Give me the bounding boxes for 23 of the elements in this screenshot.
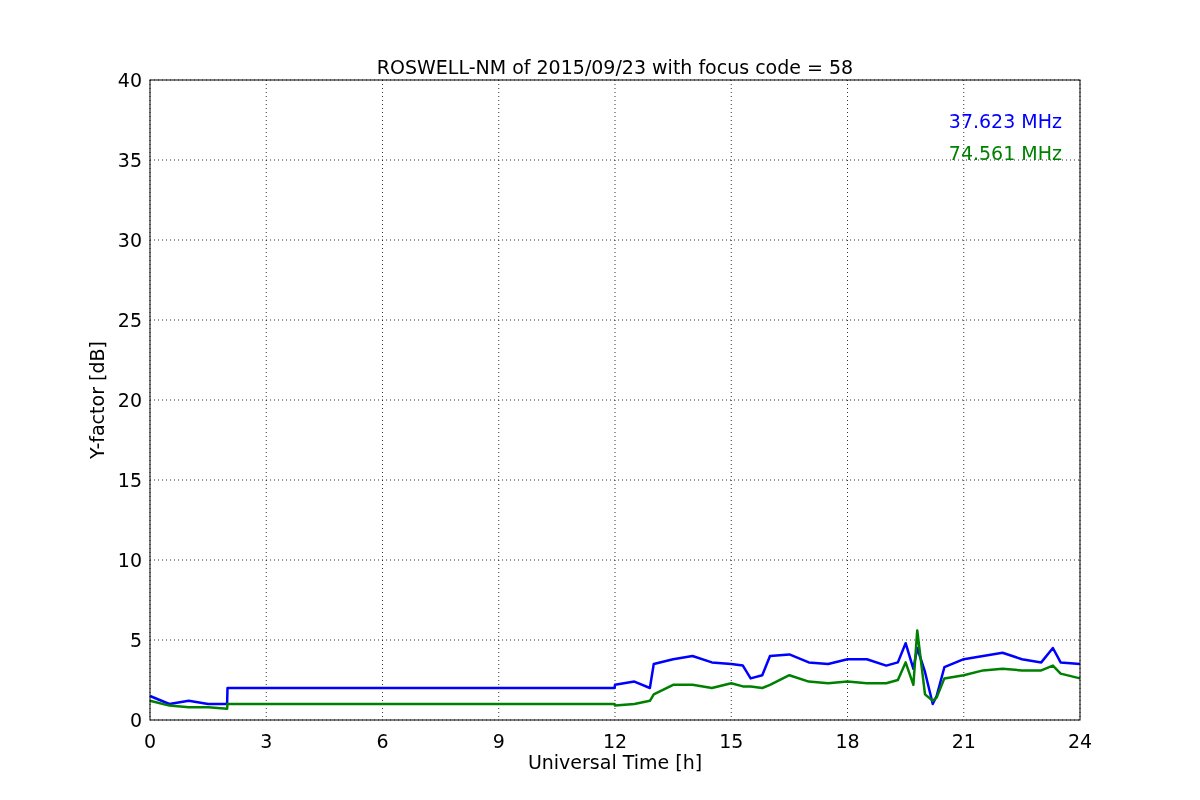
y-tick-label: 40 (117, 69, 142, 91)
x-tick-label: 9 (492, 730, 505, 752)
x-tick-label: 21 (951, 730, 976, 752)
y-tick-label: 30 (117, 229, 142, 251)
x-tick-label: 3 (260, 730, 273, 752)
x-tick-label: 6 (376, 730, 389, 752)
x-tick-label: 18 (835, 730, 860, 752)
legend-label: 37.623 MHz (948, 110, 1062, 132)
x-tick-label: 12 (602, 730, 628, 752)
x-tick-label: 0 (143, 730, 157, 752)
y-tick-label: 0 (129, 709, 142, 731)
y-tick-label: 25 (117, 309, 142, 331)
y-tick-label: 15 (117, 469, 142, 491)
chart-title: ROSWELL-NM of 2015/09/23 with focus code = 58 (376, 56, 854, 78)
y-tick-label: 5 (129, 629, 142, 651)
y-tick-label: 20 (117, 389, 142, 411)
x-tick-label: 24 (1067, 730, 1093, 752)
y-tick-label: 35 (117, 149, 142, 171)
legend-label: 74.561 MHz (948, 142, 1062, 164)
y-tick-label: 10 (117, 549, 142, 571)
x-tick-label: 15 (719, 730, 744, 752)
x-axis-label: Universal Time [h] (527, 751, 703, 773)
y-axis-label: Y-factor [dB] (86, 341, 108, 459)
